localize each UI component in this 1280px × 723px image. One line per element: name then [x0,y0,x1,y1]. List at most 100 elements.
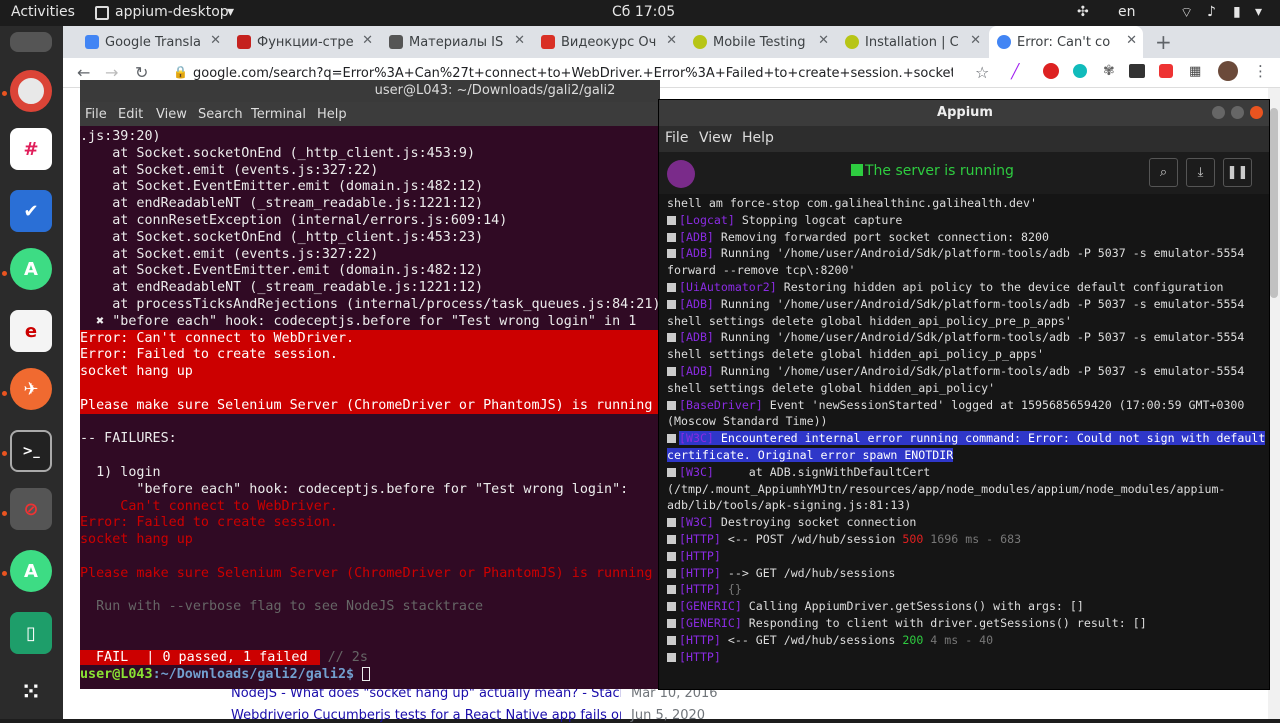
log-entry-icon [667,283,676,292]
close-icon[interactable]: ✕ [970,33,981,48]
minimize-button[interactable] [1212,106,1225,119]
app-menu[interactable]: appium-desktop [115,4,229,20]
tab-title: Mobile Testing [713,34,806,50]
log-tag: [GENERIC] [679,616,742,630]
extension-red-icon[interactable] [1159,64,1173,78]
extension-icon[interactable] [1073,64,1087,78]
postman-icon[interactable]: ✈ [10,368,52,410]
pause-button[interactable]: ❚❚ [1223,158,1252,187]
android-studio-2-icon[interactable]: A [10,550,52,592]
log-line: [W3C] at ADB.signWithDefaultCert [667,464,1267,481]
slack-icon[interactable]: # [10,128,52,170]
scrollbar-thumb[interactable] [1270,108,1278,298]
log-line: shell settings delete global hidden_api_… [667,380,1267,397]
log-text: <-- POST /wd/hub/session [720,532,903,546]
system-menu-chevron-icon[interactable]: ▾ [1255,4,1262,20]
tab-favicon [237,35,251,49]
extension-grid-icon[interactable]: ▦ [1189,64,1201,79]
network-icon[interactable]: ✣ [1077,4,1089,20]
terminal-title: user@L043: ~/Downloads/gali2/gali2 [80,80,660,102]
close-icon[interactable]: ✕ [666,33,677,48]
extension-pen-icon[interactable]: ╱ [1011,64,1019,80]
tab-favicon [845,35,859,49]
volume-icon[interactable]: ♪ [1207,4,1216,20]
lock-icon[interactable]: 🔒 [173,65,188,79]
close-icon[interactable]: ✕ [1126,33,1137,48]
log-text: certificate. Original error spawn ENOTDI… [667,448,954,462]
url-input[interactable]: google.com/search?q=Error%3A+Can%27t+con… [193,66,953,81]
battery-icon[interactable]: ▮ [1233,4,1241,20]
emulator-icon[interactable]: ▯ [10,612,52,654]
close-icon[interactable]: ✕ [362,33,373,48]
log-tag: [ADB] [679,330,714,345]
selenium-icon[interactable] [1129,64,1145,78]
log-entry-icon [667,215,676,225]
download-logs-button[interactable]: ⤓ [1186,158,1215,187]
menu-view[interactable]: View [156,107,187,122]
menu-help[interactable]: Help [742,130,774,146]
menu-edit[interactable]: Edit [118,107,143,122]
log-entry-icon [667,568,676,578]
chrome-icon[interactable] [10,70,52,112]
menu-view[interactable]: View [699,130,732,146]
browser-tab-6-active[interactable]: Error: Can't co ✕ [989,26,1143,58]
app-window-icon [95,6,109,20]
search-result-link[interactable]: Webdriverio Cucumberjs tests for a React… [231,708,621,723]
clock[interactable]: Сб 17:05 [612,4,675,20]
avatar[interactable] [1218,61,1238,81]
menu-help[interactable]: Help [317,107,347,122]
star-icon[interactable]: ☆ [975,63,989,82]
log-line: [HTTP] --> GET /wd/hub/sessions [667,565,1267,582]
wifi-icon[interactable]: ⌔ [1180,4,1193,22]
terminal-window: user@L043: ~/Downloads/gali2/gali2 File … [80,80,660,689]
browser-tab-0[interactable]: Google Transla ✕ [77,26,227,58]
close-icon[interactable]: ✕ [514,33,525,48]
search-button[interactable]: ⌕ [1149,158,1178,187]
browser-tab-2[interactable]: Материалы IS ✕ [381,26,531,58]
browser-tab-1[interactable]: Функции-стре ✕ [229,26,379,58]
browser-tab-4[interactable]: Mobile Testing ✕ [685,26,835,58]
menu-terminal[interactable]: Terminal [251,107,306,122]
menu-file[interactable]: File [85,107,107,122]
menu-file[interactable]: File [665,130,688,146]
document-viewer-icon[interactable]: e [10,310,52,352]
close-icon[interactable]: ✕ [818,33,829,48]
close-window-button[interactable] [1250,106,1263,119]
appium-icon[interactable]: ⊘ [10,488,52,530]
log-line: shell settings delete global hidden_api_… [667,346,1267,363]
shell-prompt[interactable]: user@L043:~/Downloads/gali2/gali2$ [80,666,660,683]
tasks-icon[interactable]: ✔ [10,190,52,232]
tab-title: Функции-стре [257,34,354,50]
browser-tab-5[interactable]: Installation | C ✕ [837,26,987,58]
google-icon [997,35,1011,49]
log-entry-icon [667,249,676,259]
show-applications-icon[interactable]: ⁙ [10,671,52,713]
tab-favicon [541,35,555,49]
android-studio-icon[interactable]: A [10,248,52,290]
terminal-line: ✖ "before each" hook: codeceptjs.before … [80,313,637,329]
http-status-code: 200 [902,632,924,647]
menu-search[interactable]: Search [198,107,243,122]
log-tag: [HTTP] [679,632,721,647]
puzzle-icon[interactable]: ✾ [1103,63,1115,79]
files-icon[interactable] [10,32,52,52]
log-text: shell am force-stop com.galihealthinc.ga… [667,196,1037,210]
close-icon[interactable]: ✕ [210,33,221,48]
language-indicator[interactable]: en [1118,4,1136,20]
terminal-line: "before each" hook: codeceptjs.before fo… [80,481,629,497]
more-menu-icon[interactable]: ⋮ [1253,62,1268,80]
tab-title: Материалы IS [409,34,504,50]
terminal-line: at Socket.emit (events.js:327:22) [80,162,379,178]
log-text: Running '/home/user/Android/Sdk/platform… [713,246,1245,261]
adblock-icon[interactable] [1043,63,1059,79]
log-text: (/tmp/.mount_AppiumhYMJtn/resources/app/… [667,481,1226,496]
tab-favicon [389,35,403,49]
maximize-button[interactable] [1231,106,1244,119]
browser-tab-3[interactable]: Видеокурс Оч ✕ [533,26,683,58]
terminal-icon[interactable]: >_ [10,430,52,472]
tab-title: Google Transla [105,34,201,50]
new-tab-button[interactable]: + [1155,30,1172,54]
activities-button[interactable]: Activities [11,4,75,20]
log-entry-icon [667,467,676,477]
